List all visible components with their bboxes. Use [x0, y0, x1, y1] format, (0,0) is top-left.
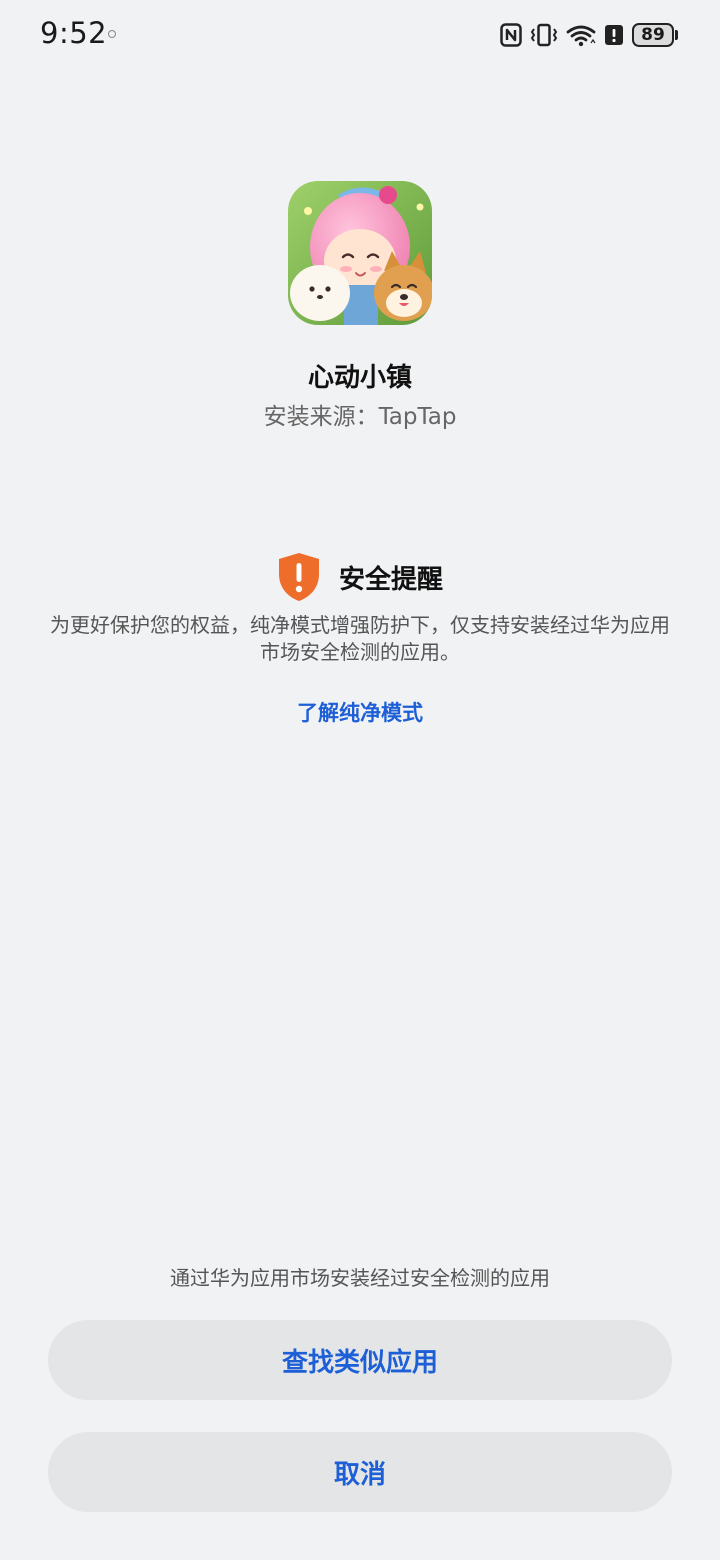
status-bar: 9:52 89	[0, 0, 720, 70]
install-source: 安装来源：TapTap	[263, 404, 457, 430]
find-similar-apps-button[interactable]: 查找类似应用	[48, 1320, 672, 1400]
status-time: 9:52	[40, 16, 108, 50]
security-notice-header: 安全提醒	[0, 552, 720, 602]
cancel-button[interactable]: 取消	[48, 1432, 672, 1512]
app-name: 心动小镇	[307, 363, 412, 393]
learn-pure-mode-link[interactable]: 了解纯净模式	[0, 697, 720, 727]
battery-icon: 89	[632, 23, 678, 47]
notification-dot-icon	[108, 30, 116, 38]
battery-level: 89	[632, 23, 674, 47]
shield-warning-icon	[278, 553, 319, 601]
install-hint: 通过华为应用市场安装经过安全检测的应用	[170, 1266, 550, 1290]
app-icon	[288, 181, 432, 325]
alert-icon	[605, 25, 623, 45]
vibrate-icon	[530, 23, 558, 47]
status-icons: 89	[500, 20, 678, 50]
install-blocked-screen: 9:52 89 心动小镇 安装来源：TapTap 安全提醒 为更好保护您的权益，…	[0, 0, 720, 1560]
security-notice-body: 为更好保护您的权益，纯净模式增强防护下，仅支持安装经过华为应用市场安全检测的应用…	[50, 613, 670, 664]
security-notice-title: 安全提醒	[338, 564, 443, 595]
wifi-icon	[566, 25, 596, 47]
nfc-icon	[500, 23, 522, 47]
